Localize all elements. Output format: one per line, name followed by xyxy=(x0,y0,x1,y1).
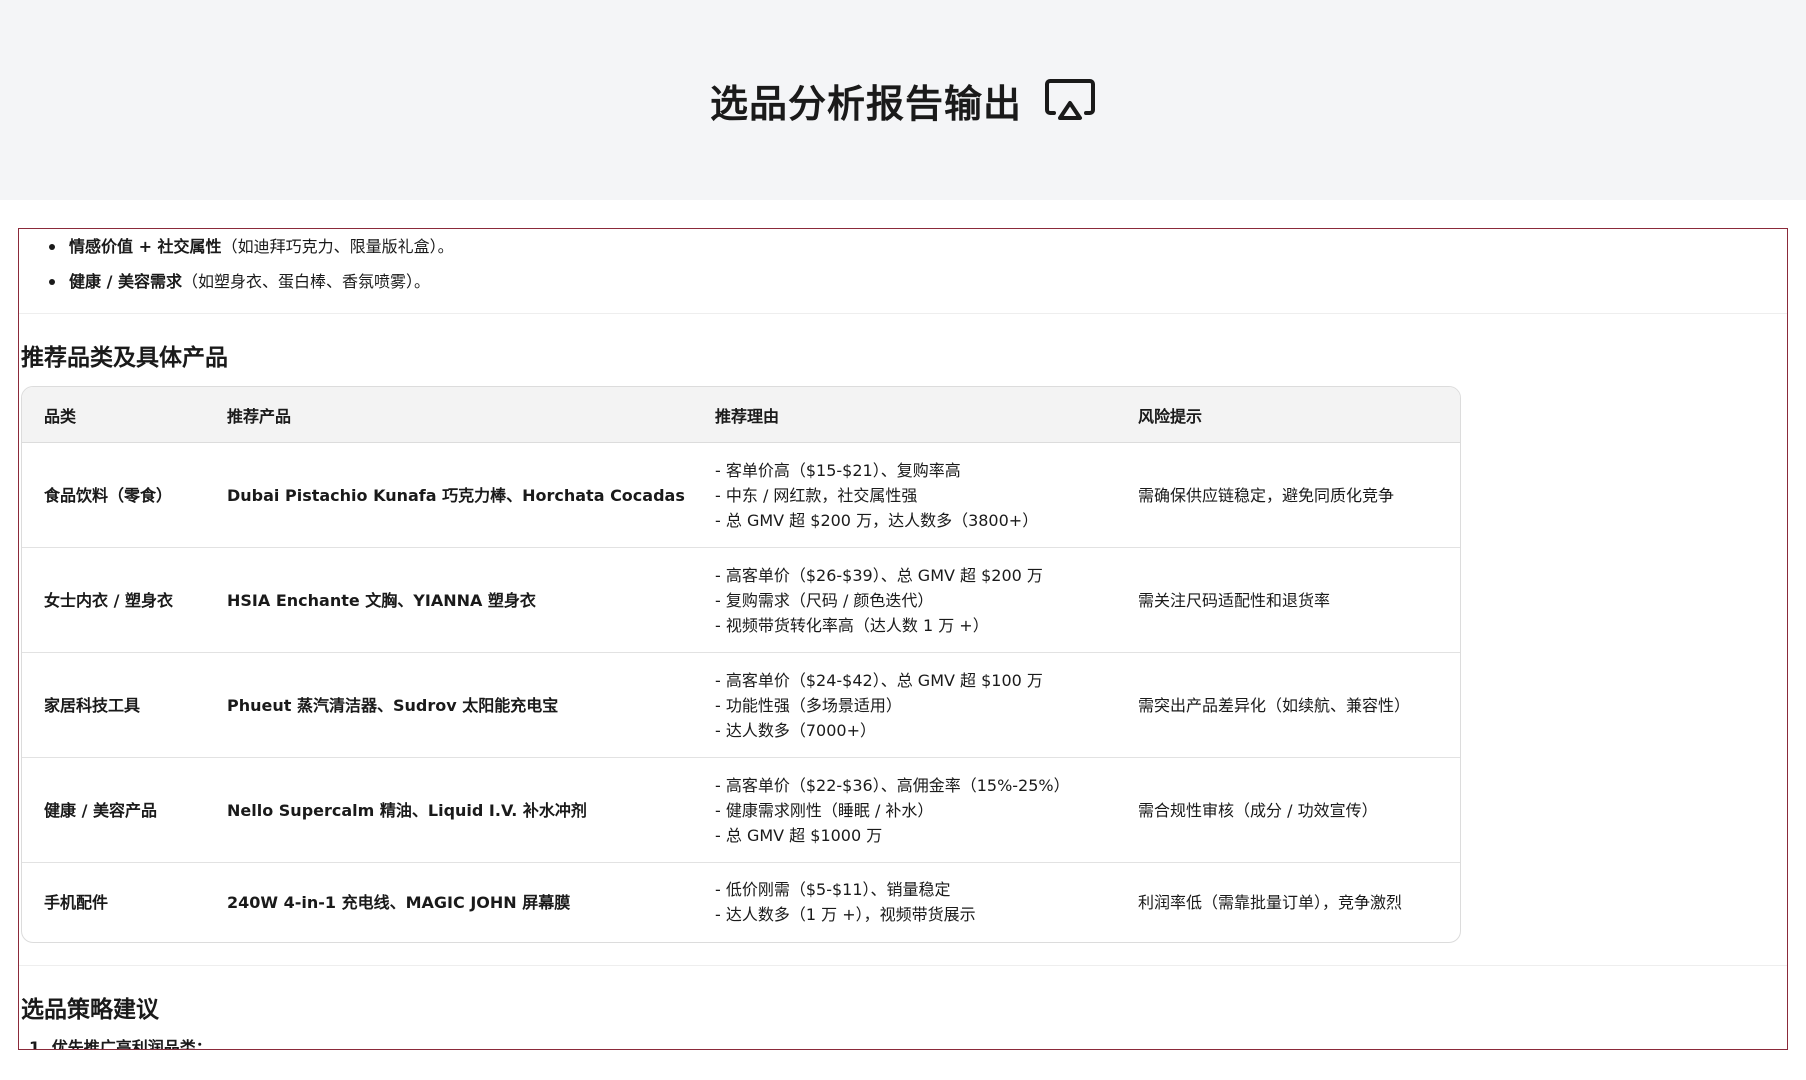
bullet-item: 健康 / 美容需求（如塑身衣、蛋白棒、香氛喷雾）。 xyxy=(49,264,1787,299)
reason-line: - 高客单价（$24-$42）、总 GMV 超 $100 万 xyxy=(715,670,1043,690)
divider xyxy=(19,964,1787,966)
cell-reason: - 高客单价（$26-$39）、总 GMV 超 $200 万 - 复购需求（尺码… xyxy=(693,547,1116,653)
cell-risk: 需确保供应链稳定，避免同质化竞争 xyxy=(1116,442,1460,548)
section-title-strategy: 选品策略建议 xyxy=(21,996,159,1023)
reason-line: - 中东 / 网红款，社交属性强 xyxy=(715,485,918,505)
reason-line: - 复购需求（尺码 / 颜色迭代） xyxy=(715,590,934,610)
col-header-reason: 推荐理由 xyxy=(693,387,1116,443)
page-title-text: 选品分析报告输出 xyxy=(709,81,1022,126)
table-row: 健康 / 美容产品 Nello Supercalm 精油、Liquid I.V.… xyxy=(22,757,1460,863)
reason-line: - 总 GMV 超 $200 万，达人数多（3800+） xyxy=(715,510,1039,530)
cell-risk: 需突出产品差异化（如续航、兼容性） xyxy=(1116,652,1460,758)
table-row: 手机配件 240W 4-in-1 充电线、MAGIC JOHN 屏幕膜 - 低价… xyxy=(22,863,1460,942)
product-table: 品类 推荐产品 推荐理由 风险提示 食品饮料（零食） Dubai Pistach… xyxy=(21,386,1461,943)
reason-line: - 总 GMV 超 $1000 万 xyxy=(715,825,883,845)
reason-line: - 客单价高（$15-$21）、复购率高 xyxy=(715,460,961,480)
reason-line: - 低价刚需（$5-$11）、销量稳定 xyxy=(715,880,951,900)
cell-category: 女士内衣 / 塑身衣 xyxy=(22,547,205,653)
reason-line: - 功能性强（多场景适用） xyxy=(715,695,902,715)
page-title: 选品分析报告输出 xyxy=(710,73,1096,128)
divider xyxy=(19,313,1787,314)
cell-category: 家居科技工具 xyxy=(22,652,205,758)
cell-reason: - 客单价高（$15-$21）、复购率高 - 中东 / 网红款，社交属性强 - … xyxy=(693,442,1116,548)
reason-line: - 视频带货转化率高（达人数 1 万 +） xyxy=(715,615,989,635)
cell-risk: 利润率低（需靠批量订单），竞争激烈 xyxy=(1138,892,1403,912)
table-row: 食品饮料（零食） Dubai Pistachio Kunafa 巧克力棒、Hor… xyxy=(22,442,1460,548)
cell-risk: 需合规性审核（成分 / 功效宣传） xyxy=(1116,757,1460,863)
reason-line: - 高客单价（$26-$39）、总 GMV 超 $200 万 xyxy=(715,565,1043,585)
bullet-bold: 健康 / 美容需求 xyxy=(69,272,182,291)
cell-reason: - 低价刚需（$5-$11）、销量稳定 - 达人数多（1 万 +），视频带货展示 xyxy=(693,863,1116,942)
table-header-row: 品类 推荐产品 推荐理由 风险提示 xyxy=(22,387,1460,443)
cell-product: Dubai Pistachio Kunafa 巧克力棒、Horchata Coc… xyxy=(205,442,693,548)
cell-category: 健康 / 美容产品 xyxy=(22,757,205,863)
page-header: 选品分析报告输出 xyxy=(0,0,1806,200)
reason-line: - 高客单价（$22-$36）、高佣金率（15%-25%） xyxy=(715,775,1070,795)
reason-line: - 健康需求刚性（睡眠 / 补水） xyxy=(715,800,934,820)
cell-product: 240W 4-in-1 充电线、MAGIC JOHN 屏幕膜 xyxy=(227,892,571,912)
section-title-recommended: 推荐品类及具体产品 xyxy=(21,345,228,371)
reason-line: - 达人数多（7000+） xyxy=(715,720,876,740)
col-header-category: 品类 xyxy=(22,387,205,443)
bullet-text: （如迪拜巧克力、限量版礼盒）。 xyxy=(221,237,454,256)
screen-cast-icon[interactable] xyxy=(1044,77,1096,123)
table-row: 女士内衣 / 塑身衣 HSIA Enchante 文胸、YIANNA 塑身衣 -… xyxy=(22,547,1460,653)
col-header-product: 推荐产品 xyxy=(205,387,693,443)
cell-category: 食品饮料（零食） xyxy=(22,442,205,548)
cell-reason: - 高客单价（$22-$36）、高佣金率（15%-25%） - 健康需求刚性（睡… xyxy=(693,757,1116,863)
cell-product: Nello Supercalm 精油、Liquid I.V. 补水冲剂 xyxy=(205,757,693,863)
cell-reason: - 高客单价（$24-$42）、总 GMV 超 $100 万 - 功能性强（多场… xyxy=(693,652,1116,758)
cell-product: Phueut 蒸汽清洁器、Sudrov 太阳能充电宝 xyxy=(205,652,693,758)
bullet-bold: 情感价值 + 社交属性 xyxy=(69,237,222,256)
bullet-item: 情感价值 + 社交属性（如迪拜巧克力、限量版礼盒）。 xyxy=(49,229,1787,264)
cell-category: 手机配件 xyxy=(44,892,109,912)
reason-line: - 达人数多（1 万 +），视频带货展示 xyxy=(715,905,976,925)
report-document[interactable]: 情感价值 + 社交属性（如迪拜巧克力、限量版礼盒）。 健康 / 美容需求（如塑身… xyxy=(18,228,1788,1050)
table-row: 家居科技工具 Phueut 蒸汽清洁器、Sudrov 太阳能充电宝 - 高客单价… xyxy=(22,652,1460,758)
bullet-text: （如塑身衣、蛋白棒、香氛喷雾）。 xyxy=(182,272,431,291)
cell-product: HSIA Enchante 文胸、YIANNA 塑身衣 xyxy=(205,547,693,653)
col-header-risk: 风险提示 xyxy=(1116,387,1460,443)
strategy-list-item: 1. 优先推广高利润品类： xyxy=(29,1037,212,1050)
cell-risk: 需关注尺码适配性和退货率 xyxy=(1116,547,1460,653)
bullet-list: 情感价值 + 社交属性（如迪拜巧克力、限量版礼盒）。 健康 / 美容需求（如塑身… xyxy=(19,229,1787,299)
